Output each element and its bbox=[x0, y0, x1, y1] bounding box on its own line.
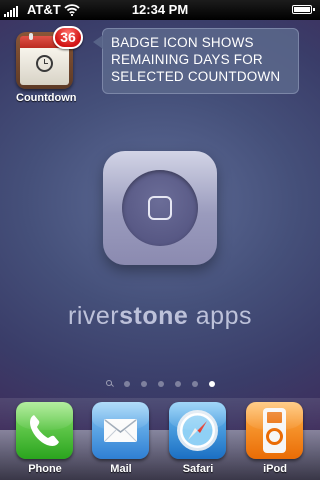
app-label-mail: Mail bbox=[110, 463, 132, 475]
app-label-safari: Safari bbox=[182, 463, 214, 475]
status-bar: AT&T 12:34 PM bbox=[0, 0, 320, 20]
dock-app-ipod[interactable]: iPod bbox=[246, 402, 304, 475]
page-indicator[interactable] bbox=[0, 380, 320, 387]
page-dot[interactable] bbox=[140, 380, 147, 387]
spotlight-search-icon[interactable] bbox=[105, 380, 113, 387]
page-dot-active[interactable] bbox=[208, 380, 215, 387]
mail-icon bbox=[92, 402, 149, 459]
page-dot[interactable] bbox=[191, 380, 198, 387]
callout-line: BADGE ICON SHOWS bbox=[111, 35, 254, 50]
page-dot[interactable] bbox=[157, 380, 164, 387]
dock-app-mail[interactable]: Mail bbox=[92, 402, 150, 475]
page-dot[interactable] bbox=[174, 380, 181, 387]
phone-icon bbox=[16, 402, 73, 459]
callout-line: SELECTED COUNTDOWN bbox=[111, 69, 281, 84]
brand-part: river bbox=[68, 302, 120, 330]
brand-part: apps bbox=[188, 302, 252, 330]
notification-badge: 36 bbox=[53, 26, 83, 49]
dock-app-phone[interactable]: Phone bbox=[16, 402, 74, 475]
ipod-icon bbox=[246, 402, 303, 459]
app-countdown[interactable]: 36 Countdown bbox=[16, 26, 83, 104]
safari-compass-icon bbox=[169, 402, 226, 459]
brand-wordmark: riverstone apps bbox=[0, 302, 320, 331]
status-time: 12:34 PM bbox=[131, 2, 189, 17]
callout-tooltip: BADGE ICON SHOWS REMAINING DAYS FOR SELE… bbox=[93, 28, 299, 94]
battery-icon bbox=[292, 5, 315, 14]
brand-part-bold: stone bbox=[119, 302, 189, 330]
battery-fill bbox=[294, 7, 310, 12]
callout-line: REMAINING DAYS FOR bbox=[111, 52, 263, 67]
app-label-ipod: iPod bbox=[263, 463, 287, 475]
app-label-countdown: Countdown bbox=[16, 92, 77, 104]
app-label-phone: Phone bbox=[28, 463, 62, 475]
page-dot[interactable] bbox=[123, 380, 130, 387]
riverstone-logo-icon bbox=[103, 151, 217, 265]
dock-app-safari[interactable]: Safari bbox=[169, 402, 227, 475]
